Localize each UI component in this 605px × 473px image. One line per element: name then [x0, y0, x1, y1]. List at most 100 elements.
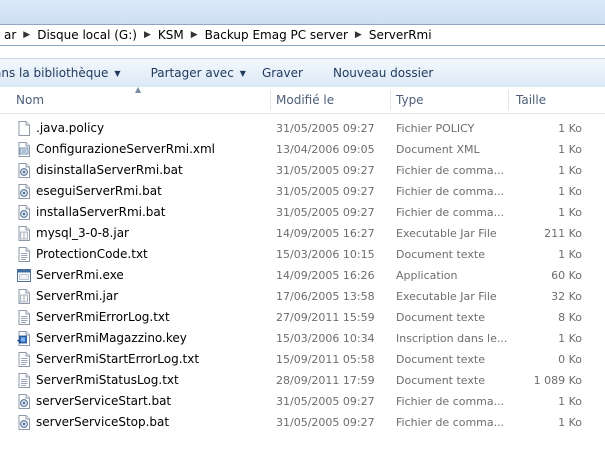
file-modified-date: 31/05/2005 09:27	[276, 416, 375, 429]
file-row[interactable]: ServerRmi.exe 14/09/2005 16:26 Application…	[0, 265, 605, 286]
file-name: serverServiceStop.bat	[36, 415, 170, 429]
file-name: eseguiServerRmi.bat	[36, 184, 162, 198]
file-name: ServerRmiErrorLog.txt	[36, 310, 170, 324]
batch-file-icon	[18, 394, 30, 409]
file-size: 1 Ko	[558, 416, 582, 429]
column-header-type[interactable]: Type	[396, 87, 504, 113]
file-size: 1 Ko	[558, 164, 582, 177]
column-divider[interactable]	[390, 90, 391, 110]
breadcrumb-segment[interactable]: Disque local (G:)	[33, 28, 141, 42]
file-type: Fichier de comma...	[396, 206, 505, 219]
include-in-library-button[interactable]: ans la bibliothèque ▼	[0, 66, 137, 80]
jar-file-icon	[18, 289, 30, 304]
file-list: .java.policy 31/05/2005 09:27 Fichier POLI…	[0, 118, 605, 433]
file-modified-date: 27/09/2011 15:59	[276, 311, 375, 324]
column-header-name[interactable]: Nom	[16, 87, 266, 113]
xml-file-icon	[18, 142, 30, 157]
file-type: Inscription dans le...	[396, 332, 508, 345]
file-row[interactable]: mysql_3-0-8.jar 14/09/2005 16:27 Executabl…	[0, 223, 605, 244]
include-in-library-label: ans la bibliothèque	[0, 66, 109, 80]
file-size: 1 Ko	[558, 143, 582, 156]
batch-file-icon	[18, 184, 30, 199]
file-size: 1 Ko	[558, 395, 582, 408]
file-name: ProtectionCode.txt	[36, 247, 148, 261]
file-type: Fichier de comma...	[396, 416, 505, 429]
file-type: Fichier POLICY	[396, 122, 475, 135]
batch-file-icon	[18, 163, 30, 178]
file-modified-date: 14/09/2005 16:27	[276, 227, 375, 240]
column-header-size[interactable]: Taille	[516, 87, 596, 113]
breadcrumb-separator-icon[interactable]: ▶	[352, 30, 365, 40]
file-row[interactable]: ServerRmiStatusLog.txt 28/09/2011 17:59 Do…	[0, 370, 605, 391]
breadcrumb-segment[interactable]: KSM	[154, 28, 188, 42]
batch-file-icon	[18, 415, 30, 430]
file-type: Document texte	[396, 353, 485, 366]
file-row[interactable]: installaServerRmi.bat 31/05/2005 09:27 Fic…	[0, 202, 605, 223]
file-type: Fichier de comma...	[396, 395, 505, 408]
breadcrumb-separator-icon[interactable]: ▶	[20, 30, 33, 40]
text-file-icon	[18, 310, 30, 325]
burn-button[interactable]: Graver	[262, 66, 319, 80]
file-modified-date: 31/05/2005 09:27	[276, 206, 375, 219]
file-size: 211 Ko	[544, 227, 582, 240]
file-row[interactable]: ServerRmiStartErrorLog.txt 15/09/2011 05:…	[0, 349, 605, 370]
file-modified-date: 31/05/2005 09:27	[276, 122, 375, 135]
file-modified-date: 15/03/2006 10:34	[276, 332, 375, 345]
file-modified-date: 31/05/2005 09:27	[276, 164, 375, 177]
file-size: 60 Ko	[551, 269, 582, 282]
file-modified-date: 13/04/2006 09:05	[276, 143, 375, 156]
file-type: Document texte	[396, 248, 485, 261]
breadcrumb-separator-icon[interactable]: ▶	[188, 30, 201, 40]
text-file-icon	[18, 247, 30, 262]
application-icon	[17, 269, 31, 282]
column-header-modified[interactable]: Modifié le	[276, 87, 386, 113]
text-file-icon	[18, 373, 30, 388]
file-type: Fichier de comma...	[396, 164, 505, 177]
file-name: ServerRmiStartErrorLog.txt	[36, 352, 200, 366]
breadcrumb-segment[interactable]: Backup Emag PC server	[201, 28, 352, 42]
file-name: ServerRmi.jar	[36, 289, 119, 303]
file-size: 1 Ko	[558, 248, 582, 261]
file-modified-date: 14/09/2005 16:26	[276, 269, 375, 282]
jar-file-icon	[18, 226, 30, 241]
file-type: Document XML	[396, 143, 480, 156]
text-file-icon	[18, 352, 30, 367]
file-type: Application	[396, 269, 458, 282]
registry-file-icon	[17, 331, 30, 346]
chevron-down-icon: ▼	[114, 68, 121, 78]
file-modified-date: 15/03/2006 10:15	[276, 248, 375, 261]
file-row[interactable]: .java.policy 31/05/2005 09:27 Fichier POLI…	[0, 118, 605, 139]
new-folder-button[interactable]: Nouveau dossier	[333, 66, 449, 80]
file-name: serverServiceStart.bat	[36, 394, 172, 408]
file-size: 1 Ko	[558, 332, 582, 345]
file-modified-date: 28/09/2011 17:59	[276, 374, 375, 387]
file-size: 1 Ko	[558, 185, 582, 198]
column-divider[interactable]	[270, 90, 271, 110]
breadcrumb-segment[interactable]: ar	[0, 28, 20, 42]
address-bar-area: ar ▶ Disque local (G:) ▶ KSM ▶ Backup Emag PC …	[0, 0, 605, 46]
file-row[interactable]: ServerRmiMagazzino.key 15/03/2006 10:34 In…	[0, 328, 605, 349]
command-toolbar: ans la bibliothèque ▼ Partager avec ▼ Gr…	[0, 58, 605, 88]
file-row[interactable]: ConfigurazioneServerRmi.xml 13/04/2006 09…	[0, 139, 605, 160]
breadcrumb-segment[interactable]: ServerRmi	[365, 28, 436, 42]
file-size: 32 Ko	[551, 290, 582, 303]
file-modified-date: 31/05/2005 09:27	[276, 185, 375, 198]
new-folder-label: Nouveau dossier	[332, 66, 434, 80]
share-with-button[interactable]: Partager avec ▼	[151, 66, 262, 80]
file-name: .java.policy	[36, 121, 105, 135]
file-size: 8 Ko	[558, 311, 582, 324]
file-row[interactable]: ServerRmiErrorLog.txt 27/09/2011 15:59 Doc…	[0, 307, 605, 328]
address-bar[interactable]: ar ▶ Disque local (G:) ▶ KSM ▶ Backup Emag PC …	[0, 24, 605, 46]
file-row[interactable]: serverServiceStart.bat 31/05/2005 09:27 Fi…	[0, 391, 605, 412]
file-name: disinstallaServerRmi.bat	[36, 163, 183, 177]
breadcrumb-separator-icon[interactable]: ▶	[141, 30, 154, 40]
share-with-label: Partager avec	[150, 66, 234, 80]
file-type: Fichier de comma...	[396, 185, 505, 198]
file-row[interactable]: serverServiceStop.bat 31/05/2005 09:27 Fic…	[0, 412, 605, 433]
file-row[interactable]: disinstallaServerRmi.bat 31/05/2005 09:27…	[0, 160, 605, 181]
file-modified-date: 17/06/2005 13:58	[276, 290, 375, 303]
file-row[interactable]: ProtectionCode.txt 15/03/2006 10:15 Docume…	[0, 244, 605, 265]
file-row[interactable]: eseguiServerRmi.bat 31/05/2005 09:27 Fichi…	[0, 181, 605, 202]
column-divider[interactable]	[508, 90, 509, 110]
file-row[interactable]: ServerRmi.jar 17/06/2005 13:58 Executable …	[0, 286, 605, 307]
